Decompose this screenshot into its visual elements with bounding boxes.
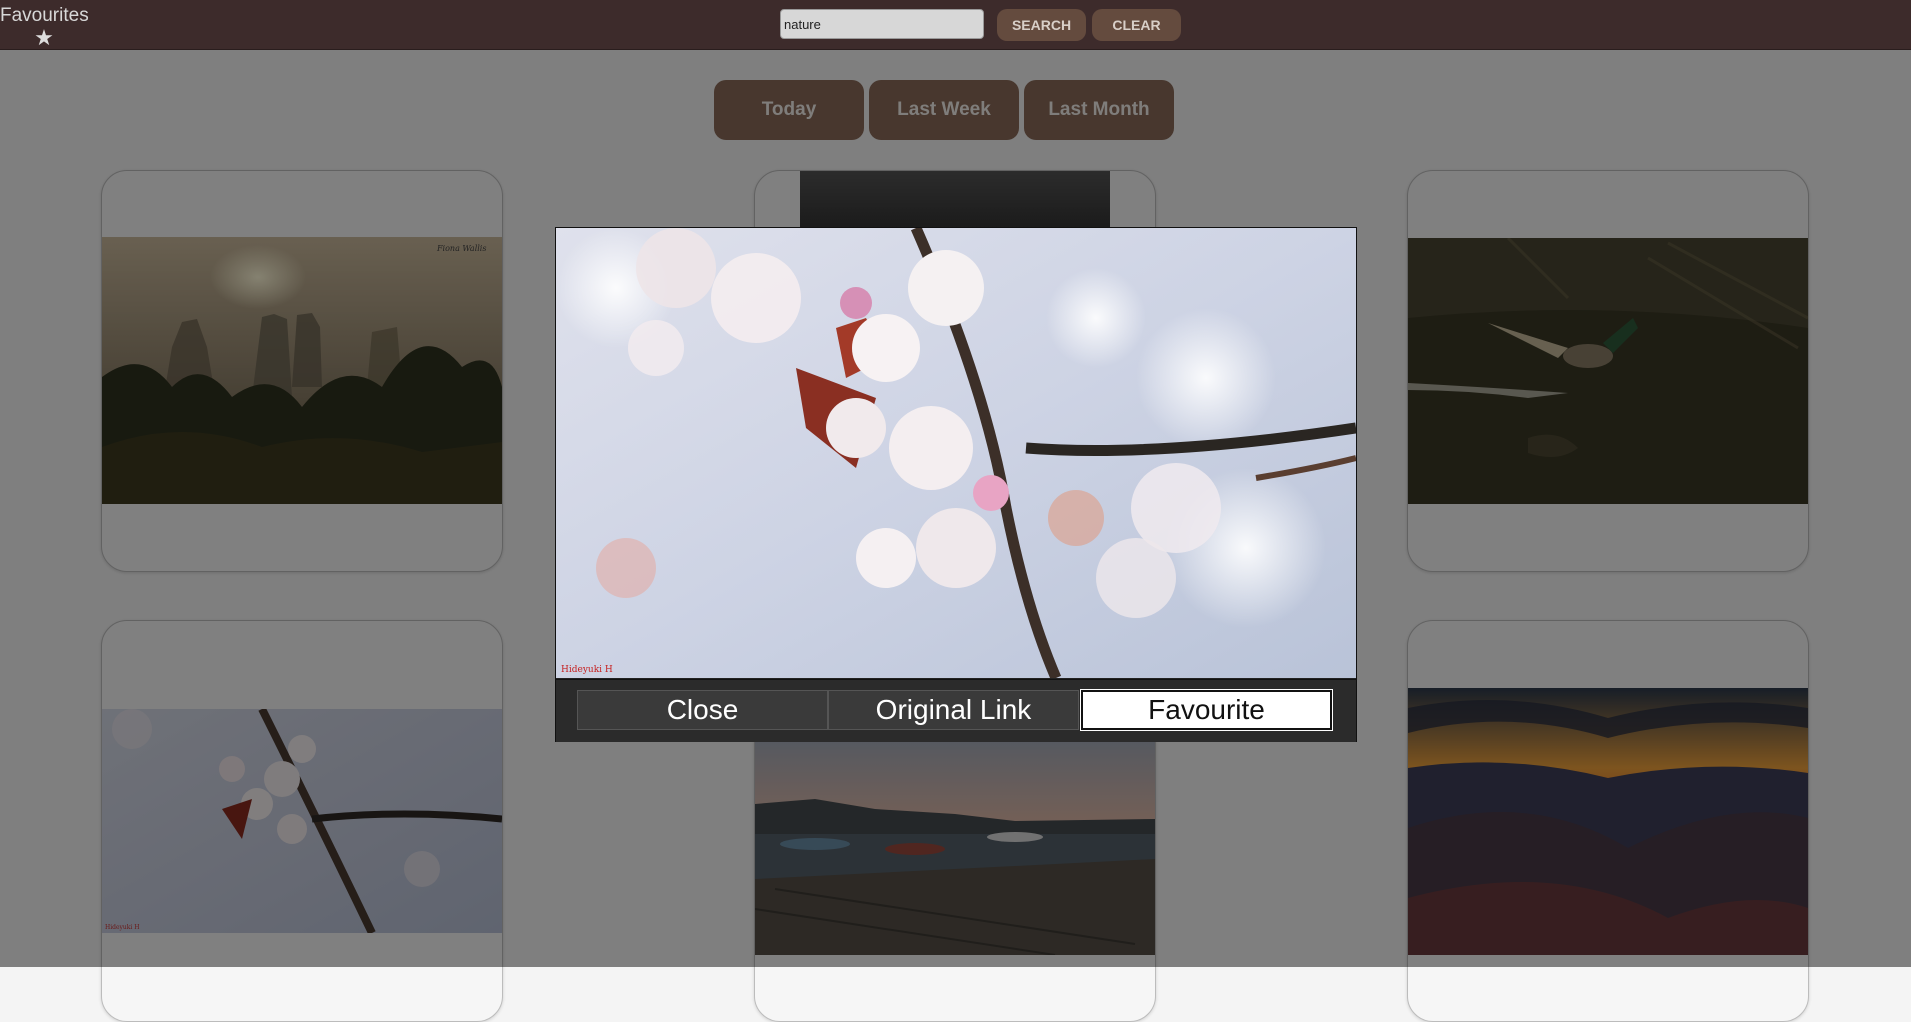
favourites-link[interactable]: Favourites ★: [0, 5, 89, 51]
photo-watermark: Hideyuki H: [561, 665, 613, 675]
search-input[interactable]: [780, 9, 984, 39]
original-link-button[interactable]: Original Link: [828, 690, 1079, 730]
clear-button[interactable]: CLEAR: [1092, 9, 1181, 41]
close-button[interactable]: Close: [577, 690, 828, 730]
search-button[interactable]: SEARCH: [997, 9, 1086, 41]
photo-modal: Hideyuki H Close Original Link Favourite: [555, 227, 1357, 742]
top-bar: Favourites ★ SEARCH CLEAR: [0, 0, 1911, 50]
modal-action-bar: Close Original Link Favourite: [556, 679, 1356, 742]
star-icon: ★: [34, 25, 54, 50]
favourite-button[interactable]: Favourite: [1080, 689, 1333, 731]
favourites-label: Favourites: [0, 5, 89, 26]
modal-photo: Hideyuki H: [556, 228, 1356, 678]
